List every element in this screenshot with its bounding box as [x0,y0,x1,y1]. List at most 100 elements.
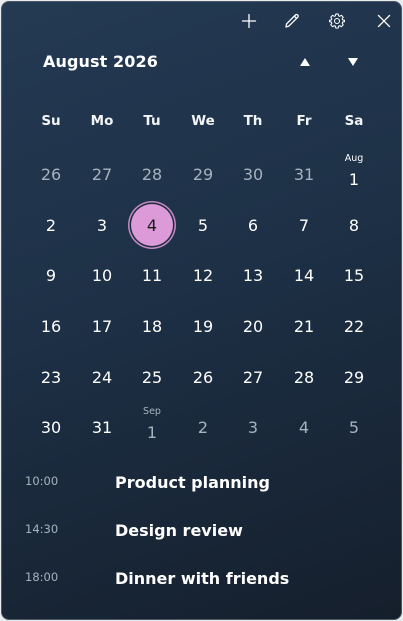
day-cell[interactable]: 4 [281,404,327,450]
day-cell[interactable]: 3 [79,202,125,248]
day-number: 5 [197,215,209,235]
day-cell[interactable]: 12 [180,252,226,298]
event-title[interactable]: Dinner with friends [115,569,289,588]
day-number: 7 [298,215,310,235]
day-cell[interactable]: 30 [230,151,276,197]
event-title[interactable]: Design review [115,521,243,540]
add-event-button[interactable] [238,10,260,32]
day-number: 31 [91,417,113,437]
day-cell[interactable]: Aug 1 [331,151,377,197]
month-abbrev-label: Aug [344,153,364,164]
edit-button[interactable] [281,10,303,32]
day-number: 1 [348,169,360,189]
day-cell[interactable]: 16 [28,303,74,349]
day-number: 14 [293,265,315,285]
day-number: 10 [91,265,113,285]
weekday-label: We [191,113,215,129]
day-number: 31 [293,164,315,184]
day-cell[interactable]: 19 [180,303,226,349]
day-cell[interactable]: 31 [79,404,125,450]
day-number: 21 [293,316,315,336]
day-cell[interactable]: 14 [281,252,327,298]
day-cell[interactable]: 9 [28,252,74,298]
previous-month-button[interactable] [296,54,314,70]
day-cell[interactable]: 28 [281,354,327,400]
weekday-label: Su [41,113,61,129]
day-cell[interactable]: 15 [331,252,377,298]
event-title[interactable]: Product planning [115,473,270,492]
day-cell[interactable]: 26 [28,151,74,197]
day-cell[interactable]: 26 [180,354,226,400]
day-cell[interactable]: 7 [281,202,327,248]
event-time: 10:00 [25,474,59,488]
day-number: 24 [91,367,113,387]
day-cell[interactable]: Sep 1 [129,404,175,450]
day-cell[interactable]: 2 [28,202,74,248]
day-cell[interactable]: 23 [28,354,74,400]
day-cell[interactable]: 22 [331,303,377,349]
day-number: 27 [242,367,264,387]
day-cell[interactable]: 5 [331,404,377,450]
day-cell[interactable]: 10 [79,252,125,298]
day-number: 5 [348,417,360,437]
day-number: 30 [242,164,264,184]
day-cell[interactable]: 27 [79,151,125,197]
day-number: 6 [247,215,259,235]
day-number: 1 [146,422,158,442]
day-cell[interactable]: 17 [79,303,125,349]
day-cell[interactable]: 6 [230,202,276,248]
day-number: 3 [247,417,259,437]
day-cell[interactable]: 2 [180,404,226,450]
day-cell[interactable]: 31 [281,151,327,197]
day-cell[interactable]: 30 [28,404,74,450]
day-cell[interactable]: 29 [180,151,226,197]
event-time: 18:00 [25,570,59,584]
day-cell[interactable]: 13 [230,252,276,298]
day-number: 30 [40,417,62,437]
day-number: 26 [40,164,62,184]
day-cell[interactable]: 18 [129,303,175,349]
day-cell[interactable]: 8 [331,202,377,248]
plus-icon [241,13,257,29]
day-cell[interactable]: 21 [281,303,327,349]
month-abbrev-label: Sep [143,406,161,417]
day-number: 15 [343,265,365,285]
triangle-up-icon [300,58,310,66]
day-number: 28 [293,367,315,387]
close-icon [377,14,391,28]
day-number: 29 [192,164,214,184]
day-number: 23 [40,367,62,387]
day-number: 29 [343,367,365,387]
day-cell[interactable]: 27 [230,354,276,400]
day-cell-selected[interactable]: 4 [131,204,173,246]
day-number: 20 [242,316,264,336]
day-cell[interactable]: 29 [331,354,377,400]
gear-icon [328,13,346,29]
close-button[interactable] [373,10,395,32]
weekday-label: Tu [143,113,161,129]
day-cell[interactable]: 11 [129,252,175,298]
day-number: 28 [141,164,163,184]
day-number: 12 [192,265,214,285]
weekday-label: Th [243,113,263,129]
day-number: 2 [45,215,57,235]
day-number: 4 [298,417,310,437]
day-number: 13 [242,265,264,285]
weekday-label: Sa [344,113,364,129]
day-cell[interactable]: 5 [180,202,226,248]
day-number: 25 [141,367,163,387]
month-title[interactable]: August 2026 [43,52,158,71]
settings-button[interactable] [326,10,348,32]
day-cell[interactable]: 20 [230,303,276,349]
day-cell[interactable]: 28 [129,151,175,197]
day-number: 18 [141,316,163,336]
day-number: 4 [146,215,158,235]
pen-icon [285,13,299,28]
day-number: 19 [192,316,214,336]
day-cell[interactable]: 3 [230,404,276,450]
event-time: 14:30 [25,522,59,536]
weekday-label: Fr [296,113,312,129]
day-cell[interactable]: 24 [79,354,125,400]
day-cell[interactable]: 25 [129,354,175,400]
next-month-button[interactable] [344,54,362,70]
